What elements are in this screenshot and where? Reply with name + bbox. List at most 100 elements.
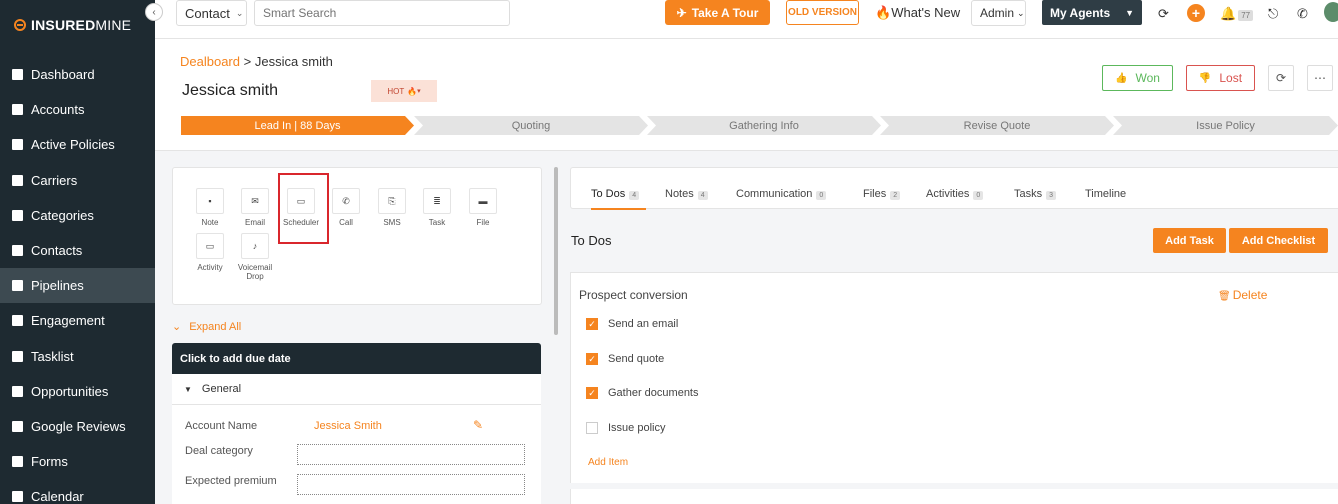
sidebar-item-google-reviews[interactable]: Google Reviews <box>0 409 155 444</box>
page-title: Jessica smith <box>182 82 279 99</box>
sidebar-item-categories[interactable]: Categories <box>0 198 155 233</box>
tab-count: 0 <box>973 191 984 200</box>
stage-revise-quote[interactable]: Revise Quote <box>880 116 1114 135</box>
avatar[interactable] <box>1324 2 1338 22</box>
chart-icon <box>12 385 23 397</box>
sidebar-item-contacts[interactable]: Contacts <box>0 233 155 268</box>
expand-all-toggle[interactable]: ⌄ Expand All <box>172 320 241 333</box>
general-section-toggle[interactable]: ▼ General <box>172 374 541 405</box>
tab-notes[interactable]: Notes 4 <box>665 188 708 200</box>
refresh-icon: ⟳ <box>1275 71 1287 85</box>
checklist-item[interactable]: Issue policy <box>586 422 665 434</box>
old-version-button[interactable]: OLD VERSION <box>786 0 859 25</box>
refresh-button[interactable]: ⟳ <box>1268 65 1294 91</box>
refresh-icon[interactable]: ⟳ <box>1158 6 1169 22</box>
fire-icon: 🔥 <box>875 5 892 20</box>
take-tour-button[interactable]: ✈ Take A Tour <box>665 0 770 25</box>
edit-pencil-icon[interactable]: ✎ <box>473 418 483 432</box>
sidebar-item-dashboard[interactable]: Dashboard <box>0 57 155 92</box>
more-options-button[interactable]: ⋯ <box>1307 65 1333 91</box>
checkbox-checked[interactable]: ✓ <box>586 318 598 330</box>
action-label: SMS <box>383 218 401 227</box>
tab-label: Notes <box>665 188 694 200</box>
search-input[interactable] <box>254 0 510 26</box>
breadcrumb: Dealboard > Jessica smith <box>180 54 333 69</box>
account-name-value[interactable]: Jessica Smith <box>314 420 382 432</box>
tab-label: Communication <box>736 188 813 200</box>
action-task[interactable]: ≣ Task <box>414 188 460 227</box>
sidebar-item-calendar[interactable]: Calendar <box>0 479 155 504</box>
notifications-button[interactable]: 🔔 77 <box>1220 6 1254 22</box>
sidebar-item-label: Tasklist <box>31 348 74 364</box>
action-file[interactable]: ▬ File <box>460 188 506 227</box>
stage-label: Issue Policy <box>1196 119 1255 132</box>
action-call[interactable]: ✆ Call <box>323 188 369 227</box>
logout-icon[interactable]: ⎋ <box>1268 6 1278 22</box>
sidebar-item-opportunities[interactable]: Opportunities <box>0 374 155 409</box>
sidebar-item-label: Active Policies <box>31 137 115 153</box>
tab-activities[interactable]: Activities 0 <box>926 188 984 200</box>
action-voicemail-drop[interactable]: ♪ Voicemail Drop <box>232 233 278 281</box>
chevron-down-icon: ⌄ <box>172 321 182 333</box>
add-item-link[interactable]: Add Item <box>588 457 628 468</box>
tab-tasks[interactable]: Tasks 3 <box>1014 188 1057 200</box>
panel-resize-handle[interactable] <box>554 167 558 335</box>
phone-icon[interactable]: ✆ <box>1297 6 1308 22</box>
deal-category-field[interactable] <box>297 444 525 465</box>
checkbox-checked[interactable]: ✓ <box>586 387 598 399</box>
stage-issue-policy[interactable]: Issue Policy <box>1113 116 1338 135</box>
tab-files[interactable]: Files 2 <box>863 188 901 200</box>
checklist-item[interactable]: ✓ Gather documents <box>586 387 699 399</box>
stage-quoting[interactable]: Quoting <box>414 116 648 135</box>
caret-down-icon: ▾ <box>417 88 421 95</box>
checkbox-checked[interactable]: ✓ <box>586 353 598 365</box>
action-sms[interactable]: ⎘ SMS <box>369 188 415 227</box>
expand-all-label: Expand All <box>189 321 242 333</box>
checkbox-unchecked[interactable] <box>586 422 598 434</box>
checklist-item[interactable]: ✓ Send quote <box>586 353 664 365</box>
stage-gathering-info[interactable]: Gathering Info <box>647 116 881 135</box>
contact-select[interactable]: Contact ⌄ <box>176 0 247 26</box>
tab-communication[interactable]: Communication 0 <box>736 188 827 200</box>
admin-select[interactable]: Admin ⌄ <box>971 0 1026 26</box>
stage-lead-in[interactable]: Lead In | 88 Days <box>181 116 414 135</box>
hot-badge[interactable]: HOT 🔥 ▾ <box>371 80 437 102</box>
breadcrumb-separator: > <box>243 54 252 69</box>
deal-header: Dealboard > Jessica smith Jessica smith … <box>155 39 1338 151</box>
brand-logo[interactable]: INSURED MINE <box>14 17 131 33</box>
sidebar-collapse-button[interactable]: ‹ <box>145 3 163 21</box>
sidebar-item-pipelines[interactable]: Pipelines <box>0 268 155 304</box>
sidebar-item-accounts[interactable]: Accounts <box>0 92 155 127</box>
forms-icon <box>12 456 23 468</box>
sidebar-item-carriers[interactable]: Carriers <box>0 163 155 198</box>
policies-icon <box>12 139 23 151</box>
tab-to-dos[interactable]: To Dos 4 <box>591 188 640 200</box>
checklist-item[interactable]: ✓ Send an email <box>586 318 678 330</box>
action-email[interactable]: ✉ Email <box>232 188 278 227</box>
breadcrumb-dealboard-link[interactable]: Dealboard <box>180 54 240 69</box>
won-button[interactable]: 👍 Won <box>1102 65 1173 91</box>
sidebar-item-tasklist[interactable]: Tasklist <box>0 339 155 374</box>
checklist-item-label: Send an email <box>608 318 679 330</box>
logo-icon <box>14 19 26 31</box>
sidebar-item-label: Google Reviews <box>31 418 126 434</box>
my-agents-select[interactable]: My Agents ▼ <box>1042 0 1142 25</box>
delete-checklist-button[interactable]: 🗑 Delete <box>1218 288 1267 302</box>
lost-button[interactable]: 👎 Lost <box>1186 65 1255 91</box>
due-date-bar[interactable]: Click to add due date <box>172 343 541 374</box>
sidebar-item-forms[interactable]: Forms <box>0 444 155 479</box>
sidebar-item-engagement[interactable]: Engagement <box>0 303 155 338</box>
add-checklist-button[interactable]: Add Checklist <box>1229 228 1328 253</box>
expected-premium-field[interactable] <box>297 474 525 495</box>
tab-timeline[interactable]: Timeline <box>1085 188 1126 200</box>
action-activity[interactable]: ▭ Activity <box>187 233 233 272</box>
carriers-icon <box>12 174 23 186</box>
calendar-icon <box>12 491 23 503</box>
add-task-button[interactable]: Add Task <box>1153 228 1226 253</box>
sidebar-item-active-policies[interactable]: Active Policies <box>0 127 155 162</box>
pipeline-stages: Lead In | 88 Days Quoting Gathering Info… <box>181 116 1338 135</box>
action-note[interactable]: ▪ Note <box>187 188 233 227</box>
add-checklist-label: Add Checklist <box>1241 234 1316 247</box>
whats-new-link[interactable]: 🔥What's New <box>875 5 960 21</box>
quick-add-button[interactable]: + <box>1187 4 1205 22</box>
